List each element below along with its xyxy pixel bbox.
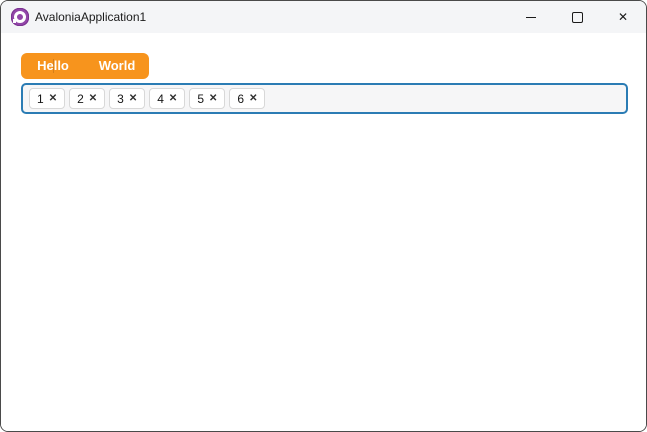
tag-chip[interactable]: 6 ✕ [229, 88, 266, 109]
content-area: Hello World 1 ✕ 2 ✕ 3 ✕ 4 ✕ 5 ✕ 6 ✕ [1, 33, 646, 431]
close-button[interactable]: ✕ [600, 1, 646, 33]
tab-world-label: World [98, 58, 136, 73]
title-bar[interactable]: AvaloniaApplication1 ✕ [1, 1, 646, 33]
minimize-icon [526, 16, 536, 18]
chip-remove-icon[interactable]: ✕ [209, 93, 217, 104]
tag-chip-label: 2 [77, 91, 84, 106]
chip-remove-icon[interactable]: ✕ [169, 93, 177, 104]
window-title: AvaloniaApplication1 [35, 10, 147, 24]
chip-remove-icon[interactable]: ✕ [129, 93, 137, 104]
tag-chip[interactable]: 3 ✕ [109, 88, 146, 109]
minimize-button[interactable] [508, 1, 554, 33]
tag-chip[interactable]: 4 ✕ [149, 88, 186, 109]
tag-chip-label: 4 [157, 91, 164, 106]
close-icon: ✕ [617, 10, 629, 24]
chip-remove-icon[interactable]: ✕ [49, 93, 57, 104]
tag-chip[interactable]: 2 ✕ [69, 88, 106, 109]
tag-input-box[interactable]: 1 ✕ 2 ✕ 3 ✕ 4 ✕ 5 ✕ 6 ✕ [21, 83, 628, 114]
tag-chip-label: 3 [117, 91, 124, 106]
tab-strip: Hello World [21, 53, 149, 79]
maximize-button[interactable] [554, 1, 600, 33]
tab-hello[interactable]: Hello [21, 53, 85, 79]
logo-tail [13, 19, 16, 23]
tag-chip[interactable]: 5 ✕ [189, 88, 226, 109]
tag-chip-label: 6 [237, 91, 245, 106]
tag-chip[interactable]: 1 ✕ [29, 88, 66, 109]
chip-remove-icon[interactable]: ✕ [249, 93, 257, 104]
tag-chip-label: 5 [197, 91, 204, 106]
maximize-icon [571, 11, 583, 23]
window-controls: ✕ [508, 1, 646, 33]
chip-remove-icon[interactable]: ✕ [89, 93, 97, 104]
tab-world[interactable]: World [85, 53, 149, 79]
tab-divider [53, 59, 54, 73]
avalonia-logo-icon [11, 8, 29, 26]
tag-chip-label: 1 [37, 91, 44, 106]
app-window: AvaloniaApplication1 ✕ Hello World 1 ✕ 2… [0, 0, 647, 432]
